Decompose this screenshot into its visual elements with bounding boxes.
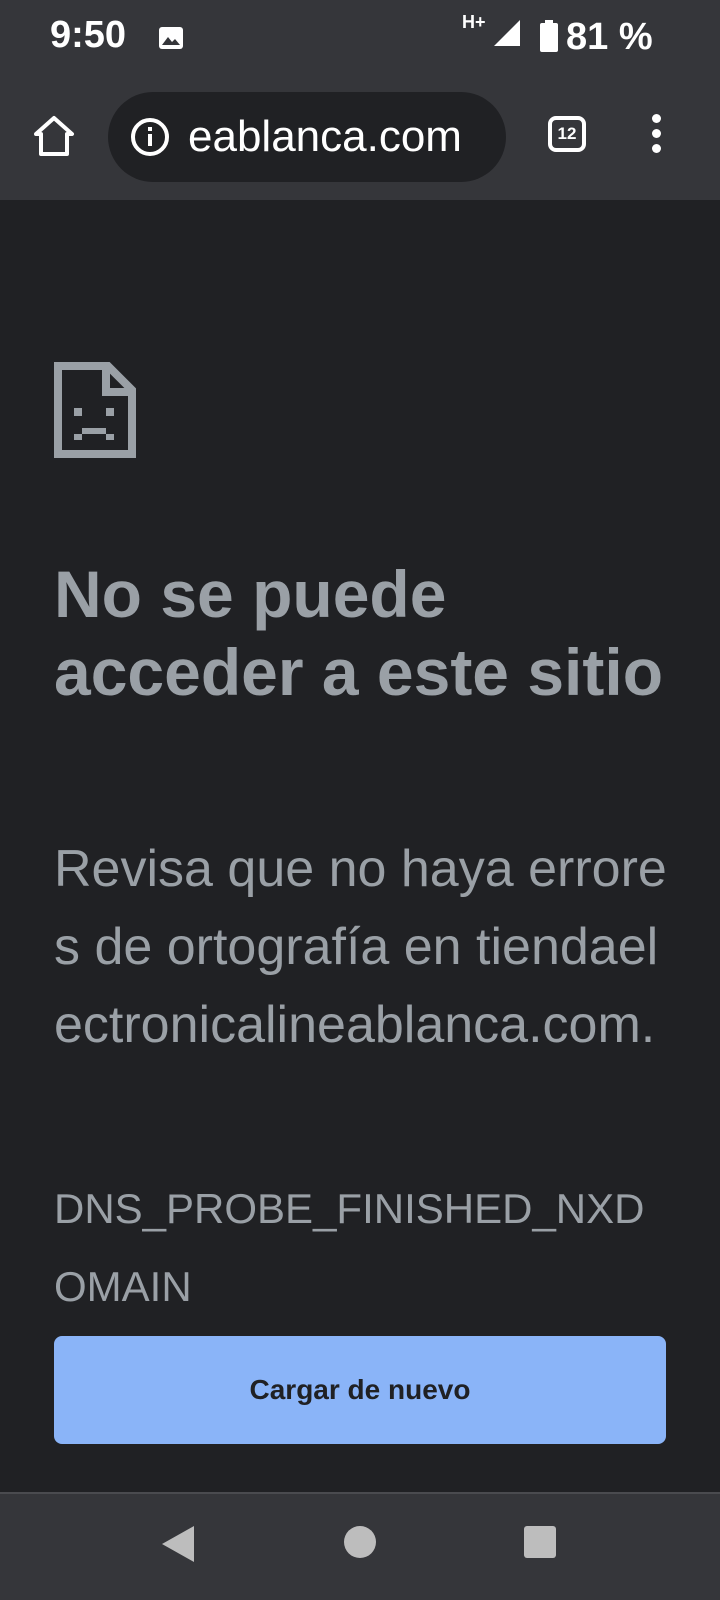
url-text[interactable]: eablanca.com <box>188 112 462 162</box>
status-time: 9:50 <box>50 14 127 56</box>
browser-toolbar: eablanca.com 12 <box>0 80 720 200</box>
error-description: Revisa que no haya errores de ortografía… <box>54 840 667 1054</box>
image-icon <box>159 27 183 49</box>
signal-icon <box>494 20 520 46</box>
sad-page-icon <box>54 362 136 458</box>
error-title: No se puede acceder a este sitio <box>54 557 664 709</box>
navigation-bar <box>0 1492 720 1600</box>
tab-count: 12 <box>557 124 577 143</box>
error-code: DNS_PROBE_FINISHED_NXDOMAIN <box>54 1185 645 1310</box>
more-vert-icon[interactable] <box>648 114 664 158</box>
reload-button[interactable]: Cargar de nuevo <box>54 1336 666 1444</box>
tab-switcher-icon[interactable]: 12 <box>548 116 586 152</box>
network-type: H+ <box>462 12 486 32</box>
back-icon[interactable] <box>160 1524 196 1564</box>
status-bar: 9:50 H+ 81 % <box>0 0 720 80</box>
recents-icon[interactable] <box>524 1526 556 1558</box>
info-icon[interactable] <box>130 117 170 157</box>
address-bar[interactable]: eablanca.com <box>108 92 506 182</box>
battery-percent: 81 % <box>566 16 653 58</box>
home-icon[interactable] <box>30 112 78 160</box>
battery-icon <box>540 20 558 52</box>
home-circle-icon[interactable] <box>344 1526 376 1558</box>
